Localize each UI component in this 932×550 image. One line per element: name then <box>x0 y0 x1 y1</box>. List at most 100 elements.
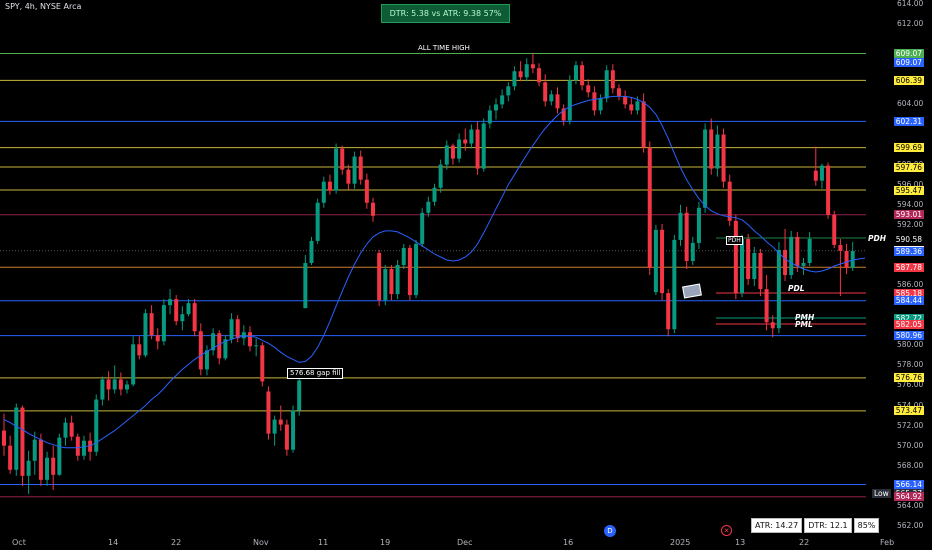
candle[interactable] <box>51 445 56 490</box>
event-icon[interactable]: ✕ <box>721 525 732 536</box>
candle[interactable] <box>752 246 757 287</box>
candle[interactable] <box>623 90 628 109</box>
candle[interactable] <box>537 63 542 87</box>
candle[interactable] <box>647 141 652 276</box>
candle[interactable] <box>346 164 351 190</box>
candle[interactable] <box>315 198 320 244</box>
candle[interactable] <box>450 143 455 165</box>
candle[interactable] <box>383 265 388 306</box>
candle[interactable] <box>69 415 74 441</box>
candle[interactable] <box>690 236 695 265</box>
candle[interactable] <box>81 435 86 460</box>
candle[interactable] <box>764 275 769 331</box>
candle[interactable] <box>112 365 117 394</box>
candle[interactable] <box>321 176 326 208</box>
candle[interactable] <box>248 326 252 352</box>
candle[interactable] <box>500 89 505 109</box>
candle[interactable] <box>783 228 788 282</box>
candle[interactable] <box>598 94 603 115</box>
candle[interactable] <box>555 87 560 114</box>
candle[interactable] <box>629 97 634 115</box>
candle[interactable] <box>518 61 523 82</box>
candle[interactable] <box>549 90 554 106</box>
candle[interactable] <box>407 244 412 301</box>
candle[interactable] <box>524 58 529 82</box>
candle[interactable] <box>776 241 781 334</box>
candle[interactable] <box>389 265 394 301</box>
candle[interactable] <box>807 231 812 267</box>
candle[interactable] <box>278 405 283 431</box>
candle[interactable] <box>377 249 382 307</box>
candle[interactable] <box>709 118 714 175</box>
candle[interactable] <box>340 145 345 175</box>
candle[interactable] <box>666 289 671 337</box>
candle[interactable] <box>721 128 726 188</box>
candle[interactable] <box>94 394 99 456</box>
candle[interactable] <box>297 376 302 416</box>
candle[interactable] <box>186 299 191 317</box>
candle[interactable] <box>813 146 818 186</box>
candle[interactable] <box>100 376 105 406</box>
candle[interactable] <box>88 432 93 461</box>
candle[interactable] <box>733 214 738 300</box>
candle[interactable] <box>506 82 511 102</box>
candle[interactable] <box>444 140 449 170</box>
candle[interactable] <box>334 143 339 194</box>
candle[interactable] <box>192 299 197 337</box>
candle[interactable] <box>432 183 437 206</box>
candle[interactable] <box>696 201 701 249</box>
chart-area[interactable]: SPY, 4h, NYSE Arca DTR: 5.38 vs ATR: 9.3… <box>0 0 932 550</box>
candle[interactable] <box>727 174 732 226</box>
candle[interactable] <box>223 335 228 361</box>
candle[interactable] <box>303 254 308 309</box>
candle[interactable] <box>118 372 123 396</box>
candle[interactable] <box>426 196 431 217</box>
candle[interactable] <box>371 197 375 222</box>
candle[interactable] <box>272 415 277 446</box>
candle[interactable] <box>457 133 462 163</box>
candle[interactable] <box>125 380 129 394</box>
candle[interactable] <box>819 163 824 189</box>
candle[interactable] <box>850 241 855 272</box>
candle[interactable] <box>801 257 806 276</box>
candle[interactable] <box>660 223 665 301</box>
candle[interactable] <box>217 330 222 365</box>
candle[interactable] <box>284 419 289 456</box>
candle[interactable] <box>832 210 837 248</box>
candle[interactable] <box>715 125 720 177</box>
candle[interactable] <box>45 451 50 486</box>
candle[interactable] <box>826 162 831 219</box>
candle[interactable] <box>161 299 166 346</box>
candle[interactable] <box>137 336 142 360</box>
candle[interactable] <box>438 159 443 193</box>
candle[interactable] <box>610 64 615 94</box>
candle[interactable] <box>770 315 775 338</box>
candle[interactable] <box>291 405 296 453</box>
candle[interactable] <box>672 234 677 334</box>
candle[interactable] <box>57 433 62 476</box>
candle[interactable] <box>14 403 19 476</box>
candle[interactable] <box>617 84 621 101</box>
candle[interactable] <box>358 150 363 185</box>
candle[interactable] <box>494 98 498 120</box>
candle[interactable] <box>653 224 658 296</box>
candle[interactable] <box>586 79 591 98</box>
candle[interactable] <box>260 342 265 387</box>
candle[interactable] <box>678 204 683 246</box>
candle[interactable] <box>844 243 849 275</box>
candle[interactable] <box>106 371 111 401</box>
candle[interactable] <box>530 53 535 74</box>
price-chart[interactable] <box>0 0 932 550</box>
candle[interactable] <box>211 328 216 356</box>
candle[interactable] <box>789 230 794 280</box>
candle[interactable] <box>155 328 160 350</box>
candle[interactable] <box>395 259 400 300</box>
candle[interactable] <box>364 173 369 209</box>
candle[interactable] <box>266 386 271 440</box>
candle[interactable] <box>352 151 357 189</box>
candle[interactable] <box>543 74 548 107</box>
candle[interactable] <box>703 123 708 213</box>
candle[interactable] <box>684 206 689 270</box>
candle[interactable] <box>758 248 763 297</box>
candle[interactable] <box>180 306 185 331</box>
